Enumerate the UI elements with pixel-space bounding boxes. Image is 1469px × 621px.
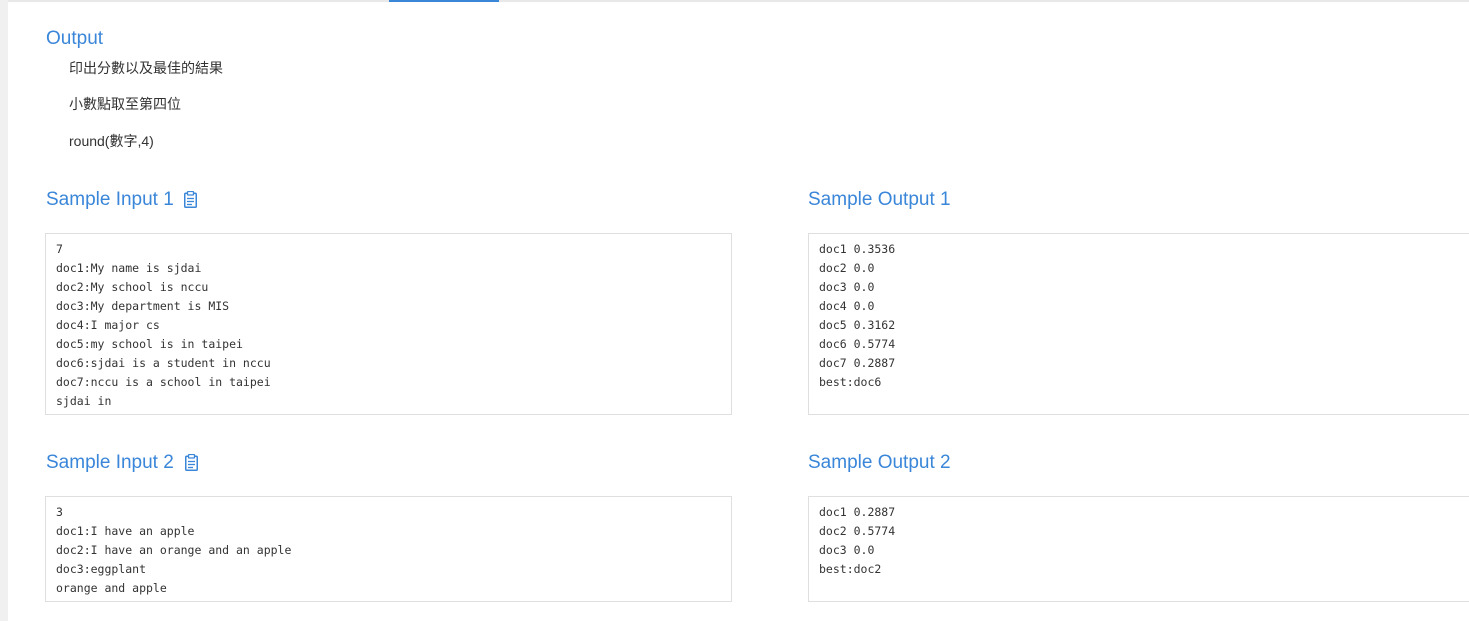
sample-output-1-box[interactable]: doc1 0.3536 doc2 0.0 doc3 0.0 doc4 0.0 d… — [808, 233, 1469, 415]
sample-input-2-box[interactable]: 3 doc1:I have an apple doc2:I have an or… — [45, 496, 732, 602]
output-description-line: round(數字,4) — [69, 133, 154, 149]
sample-output-2-heading: Sample Output 2 — [808, 452, 951, 473]
sample-output-2-box[interactable]: doc1 0.2887 doc2 0.5774 doc3 0.0 best:do… — [808, 496, 1469, 602]
sample-output-1-heading: Sample Output 1 — [808, 189, 951, 210]
output-description-line: 印出分數以及最佳的結果 — [69, 60, 223, 76]
output-heading: Output — [46, 28, 104, 49]
left-rail — [0, 0, 8, 621]
sample-input-1-heading: Sample Input 1 — [46, 189, 174, 210]
top-divider — [8, 0, 1469, 2]
active-tab-indicator — [389, 0, 499, 2]
sample-input-1-box[interactable]: 7 doc1:My name is sjdai doc2:My school i… — [45, 233, 732, 415]
clipboard-icon[interactable] — [185, 453, 198, 471]
clipboard-icon[interactable] — [184, 190, 197, 208]
output-description-line: 小數點取至第四位 — [69, 96, 181, 112]
sample-input-2-heading: Sample Input 2 — [46, 452, 174, 473]
